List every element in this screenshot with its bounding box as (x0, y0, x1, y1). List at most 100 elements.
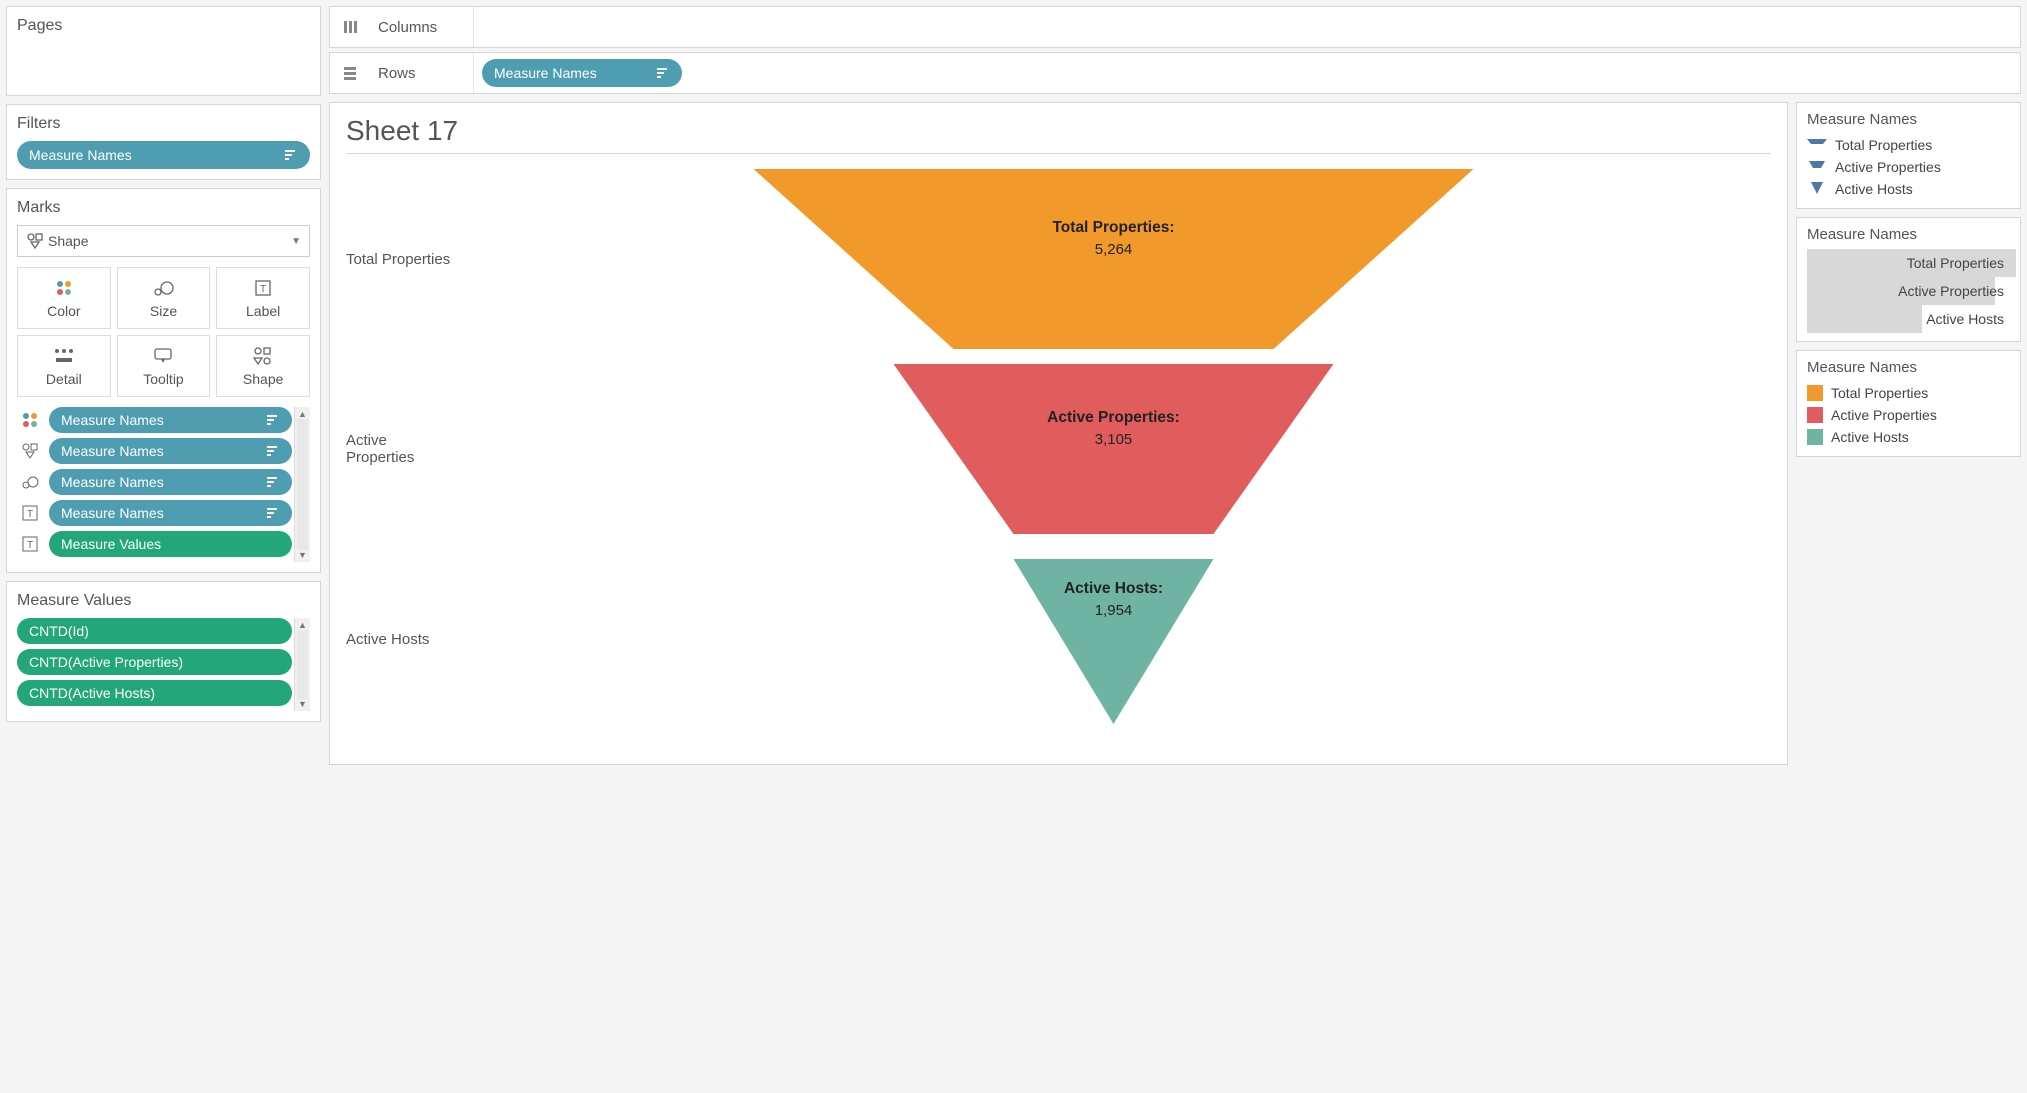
mark-assign-size[interactable]: Measure Names (17, 469, 292, 495)
marks-tooltip-label: Tooltip (143, 371, 183, 387)
marks-type-dropdown[interactable]: Shape ▼ (17, 225, 310, 257)
mark-assign-label-values[interactable]: T Measure Values (17, 531, 292, 557)
legend-size: Measure Names Total Properties Active Pr… (1796, 217, 2021, 342)
filter-pill-measure-names[interactable]: Measure Names (17, 141, 310, 169)
shape-icon (253, 345, 273, 367)
filters-panel: Filters Measure Names (6, 104, 321, 180)
mv-pill-cntd-active-hosts[interactable]: CNTD(Active Hosts) (17, 680, 292, 706)
marks-label-label: Label (246, 303, 280, 319)
legend-title: Measure Names (1807, 111, 2010, 128)
mark-assign-color[interactable]: Measure Names (17, 407, 292, 433)
marks-panel: Marks Shape ▼ Color (6, 188, 321, 573)
label-icon: T (254, 277, 272, 299)
scroll-up-icon[interactable]: ▲ (298, 620, 307, 630)
legend-shape-item[interactable]: Total Properties (1807, 134, 2010, 156)
funnel-shape-icon (1807, 182, 1827, 196)
scrollbar[interactable]: ▲ ▼ (294, 618, 310, 711)
color-swatch (1807, 385, 1823, 401)
sort-icon (656, 66, 670, 80)
rows-label: Rows (378, 65, 473, 82)
legend-title: Measure Names (1807, 359, 2010, 376)
color-swatch (1807, 429, 1823, 445)
color-icon (54, 277, 74, 299)
label-icon: T (17, 505, 43, 521)
measure-values-panel: Measure Values CNTD(Id) CNTD(Active Prop… (6, 581, 321, 722)
sort-icon (284, 148, 298, 162)
mark-assign-label: Measure Names (61, 443, 266, 459)
color-swatch (1807, 407, 1823, 423)
size-icon (17, 474, 43, 490)
columns-label: Columns (378, 19, 473, 36)
rows-drop-zone[interactable]: Measure Names (473, 53, 2020, 93)
rows-shelf[interactable]: Rows Measure Names (329, 52, 2021, 94)
svg-text:T: T (260, 284, 266, 295)
scrollbar[interactable]: ▲ ▼ (294, 407, 310, 562)
mark-assign-label: Measure Values (61, 536, 280, 552)
tooltip-icon (153, 345, 173, 367)
funnel-row-total-properties[interactable]: Total Properties Total Properties: 5,264 (346, 164, 1771, 354)
legend-size-item[interactable]: Total Properties (1807, 249, 2016, 277)
mark-assign-label[interactable]: T Measure Names (17, 500, 292, 526)
size-bar (1807, 305, 1922, 333)
mark-assign-label: Measure Names (61, 505, 266, 521)
marks-color-label: Color (47, 303, 80, 319)
legend-color-item[interactable]: Active Properties (1807, 404, 2010, 426)
legend-shape-item[interactable]: Active Properties (1807, 156, 2010, 178)
legend-shape: Measure Names Total Properties Active Pr… (1796, 102, 2021, 209)
scroll-track[interactable] (297, 630, 308, 699)
pages-title: Pages (17, 17, 310, 35)
scroll-down-icon[interactable]: ▼ (298, 550, 307, 560)
sort-icon (266, 475, 280, 489)
legend-size-item[interactable]: Active Properties (1807, 277, 2016, 305)
marks-tooltip-button[interactable]: Tooltip (117, 335, 211, 397)
sort-icon (266, 506, 280, 520)
funnel-label: Active Properties: 3,105 (1047, 407, 1180, 450)
sheet-title: Sheet 17 (346, 115, 1771, 154)
svg-text:T: T (27, 509, 33, 520)
marks-shape-button[interactable]: Shape (216, 335, 310, 397)
marks-size-label: Size (150, 303, 177, 319)
size-icon (152, 277, 174, 299)
rows-icon (340, 63, 360, 83)
marks-title: Marks (17, 199, 310, 217)
shape-icon (17, 442, 43, 460)
detail-icon (54, 345, 74, 367)
columns-icon (340, 17, 360, 37)
legend-color-item[interactable]: Total Properties (1807, 382, 2010, 404)
funnel-row-active-properties[interactable]: Active Properties Active Properties: 3,1… (346, 354, 1771, 544)
legend-size-item[interactable]: Active Hosts (1807, 305, 2016, 333)
mark-assign-shape[interactable]: Measure Names (17, 438, 292, 464)
funnel-shape-active-hosts (456, 544, 1771, 734)
svg-text:T: T (27, 540, 33, 551)
legend-title: Measure Names (1807, 226, 2016, 243)
funnel-row-label: Active Properties (346, 432, 456, 466)
legend-color: Measure Names Total Properties Active Pr… (1796, 350, 2021, 457)
columns-drop-zone[interactable] (473, 7, 2020, 47)
funnel-row-label: Active Hosts (346, 631, 456, 648)
marks-size-button[interactable]: Size (117, 267, 211, 329)
mv-pill-cntd-id[interactable]: CNTD(Id) (17, 618, 292, 644)
columns-shelf[interactable]: Columns (329, 6, 2021, 48)
legend-shape-item[interactable]: Active Hosts (1807, 178, 2010, 200)
rows-pill-measure-names[interactable]: Measure Names (482, 59, 682, 87)
shape-type-icon (26, 232, 48, 250)
marks-color-button[interactable]: Color (17, 267, 111, 329)
scroll-up-icon[interactable]: ▲ (298, 409, 307, 419)
funnel-shape-icon (1807, 139, 1827, 151)
viz-canvas[interactable]: Sheet 17 Total Properties Total Properti… (329, 102, 1788, 765)
measure-values-title: Measure Values (17, 592, 310, 610)
mv-pill-cntd-active-properties[interactable]: CNTD(Active Properties) (17, 649, 292, 675)
marks-label-button[interactable]: T Label (216, 267, 310, 329)
mark-assign-label: Measure Names (61, 474, 266, 490)
sort-icon (266, 413, 280, 427)
marks-detail-button[interactable]: Detail (17, 335, 111, 397)
funnel-label: Total Properties: 5,264 (1052, 217, 1174, 260)
scroll-down-icon[interactable]: ▼ (298, 699, 307, 709)
funnel-label: Active Hosts: 1,954 (1064, 578, 1163, 621)
scroll-track[interactable] (297, 419, 308, 550)
funnel-row-label: Total Properties (346, 251, 456, 268)
sort-icon (266, 444, 280, 458)
marks-detail-label: Detail (46, 371, 82, 387)
funnel-row-active-hosts[interactable]: Active Hosts Active Hosts: 1,954 (346, 544, 1771, 734)
legend-color-item[interactable]: Active Hosts (1807, 426, 2010, 448)
